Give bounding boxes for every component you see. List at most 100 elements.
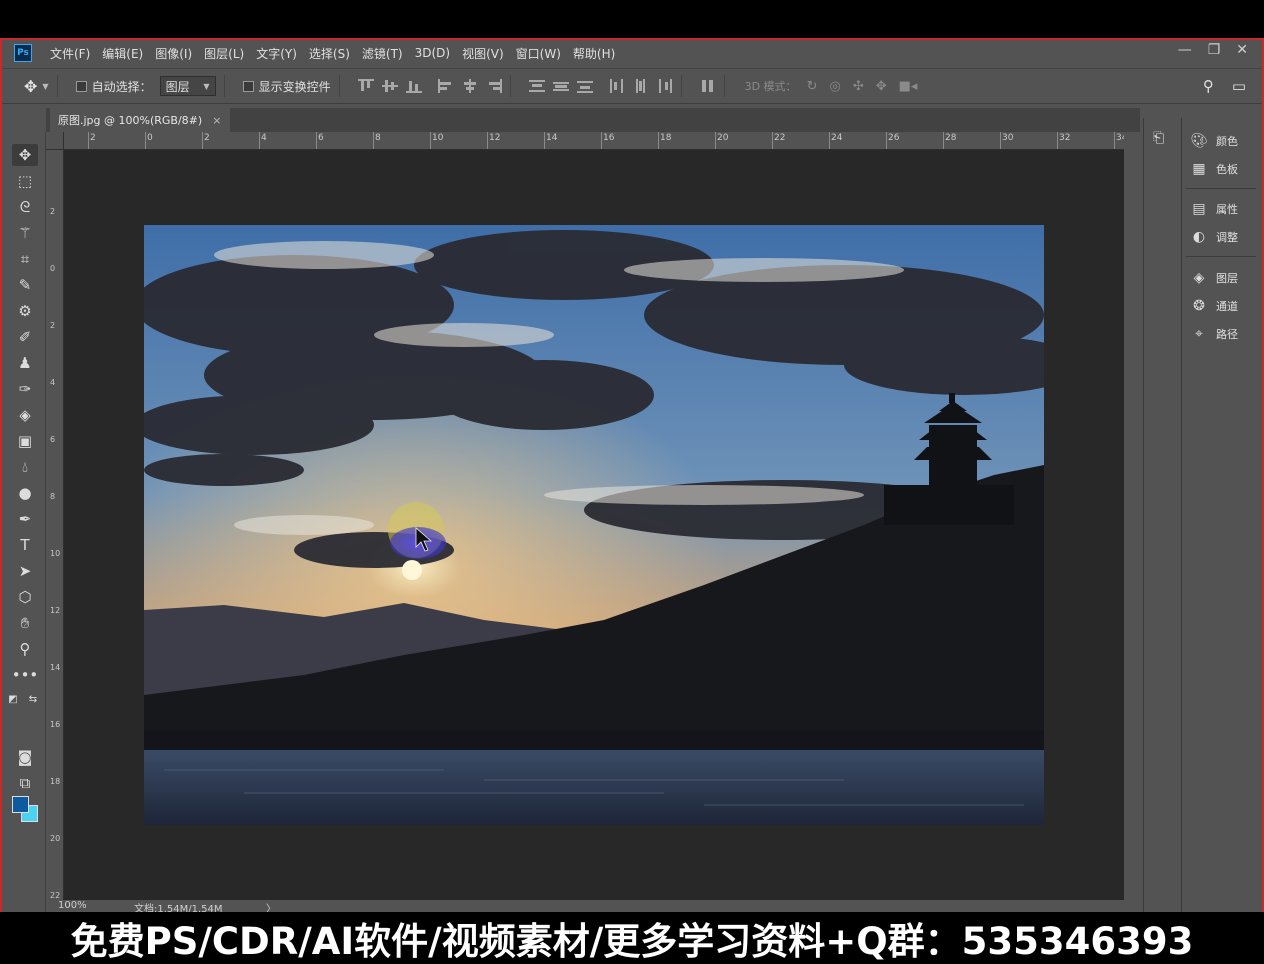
panel-properties[interactable]: ▤ 属性	[1190, 198, 1238, 220]
search-icon[interactable]: ⚲	[1203, 77, 1214, 95]
ruler-tick-label: 8	[375, 133, 381, 143]
zoom-level[interactable]: 100%	[58, 900, 87, 911]
eyedropper-icon[interactable]: ✎	[12, 274, 38, 296]
gradient-tool-icon[interactable]: ▣	[12, 430, 38, 452]
crop-tool-icon[interactable]: ⌗	[12, 248, 38, 270]
chevron-down-icon[interactable]: ▼	[42, 82, 48, 91]
hand-tool-icon[interactable]: ✋︎	[12, 612, 38, 634]
menu-3d[interactable]: 3D(D)	[415, 46, 450, 60]
menu-file[interactable]: 文件(F)	[50, 45, 90, 62]
align-hcenter-icon[interactable]	[462, 79, 478, 93]
ruler-tick	[601, 132, 602, 149]
auto-align-icon[interactable]	[700, 79, 716, 93]
options-bar: ✥ ▼ 自动选择： 图层 ▼ 显示变换控件 3D 模式： ↻ ◎ ✣ ✥ ■◂ …	[2, 68, 1262, 104]
dodge-tool-icon[interactable]: ●	[12, 482, 38, 504]
grid-icon: ▦	[1192, 161, 1206, 177]
3d-pan-icon[interactable]: ✣	[853, 79, 864, 94]
quick-mask-icon[interactable]: ◙	[12, 746, 38, 768]
menu-window[interactable]: 窗口(W)	[516, 45, 561, 62]
distribute-right-icon[interactable]	[657, 79, 673, 93]
ruler-tick-label: 14	[50, 663, 61, 672]
auto-select-dropdown[interactable]: 图层 ▼	[159, 76, 216, 96]
menu-type[interactable]: 文字(Y)	[256, 45, 297, 62]
blur-tool-icon[interactable]: 💧︎	[12, 456, 38, 478]
move-tool-icon[interactable]: ✥	[12, 144, 38, 166]
lasso-tool-icon[interactable]: ᘓ	[12, 196, 38, 218]
default-colors-icon[interactable]: ◩	[6, 688, 20, 710]
panel-adjustments[interactable]: ◐ 调整	[1190, 226, 1238, 248]
history-icon[interactable]: ⎗	[1153, 130, 1164, 146]
screen-mode-icon[interactable]: ⧉	[12, 772, 38, 794]
ruler-tick-label: 2	[50, 207, 56, 216]
move-tool-preset-icon[interactable]: ✥	[24, 77, 37, 96]
eraser-tool-icon[interactable]: ◈	[12, 404, 38, 426]
zoom-tool-icon[interactable]: ⚲	[12, 638, 38, 660]
canvas-area[interactable]	[64, 150, 1124, 900]
restore-button[interactable]: ❐	[1208, 42, 1221, 58]
swap-colors-icon[interactable]: ⇆	[26, 688, 40, 710]
3d-slide-icon[interactable]: ✥	[876, 79, 887, 94]
panel-layers[interactable]: ◈ 图层	[1190, 267, 1238, 289]
divider	[56, 75, 58, 97]
document-tab[interactable]: 原图.jpg @ 100%(RGB/8#) ×	[50, 108, 230, 132]
menu-help[interactable]: 帮助(H)	[573, 45, 615, 62]
panel-paths[interactable]: ⌖ 路径	[1190, 323, 1238, 345]
horizontal-ruler[interactable]: 20246810121416182022242628303234	[64, 132, 1124, 150]
minimize-button[interactable]: —	[1178, 42, 1192, 58]
clone-stamp-icon[interactable]: ♟	[12, 352, 38, 374]
distribute-left-icon[interactable]	[609, 79, 625, 93]
healing-brush-icon[interactable]: ⚙	[12, 300, 38, 322]
menu-layer[interactable]: 图层(L)	[204, 45, 244, 62]
shape-tool-icon[interactable]: ⬡	[12, 586, 38, 608]
panel-color[interactable]: 🎨︎ 颜色	[1190, 130, 1238, 152]
history-brush-icon[interactable]: ✑	[12, 378, 38, 400]
photoshop-window: Ps 文件(F) 编辑(E) 图像(I) 图层(L) 文字(Y) 选择(S) 滤…	[0, 38, 1264, 915]
ruler-tick	[886, 132, 887, 149]
menu-edit[interactable]: 编辑(E)	[102, 45, 143, 62]
auto-select-checkbox[interactable]	[75, 80, 87, 92]
panel-channels[interactable]: ❂ 通道	[1190, 295, 1238, 317]
distribute-top-icon[interactable]	[528, 79, 545, 93]
align-vcenter-icon[interactable]	[381, 79, 398, 93]
path-select-icon[interactable]: ➤	[12, 560, 38, 582]
close-tab-icon[interactable]: ×	[212, 114, 221, 127]
brush-tool-icon[interactable]: ✐	[12, 326, 38, 348]
align-left-icon[interactable]	[437, 79, 454, 93]
vertical-scrollbar[interactable]	[1124, 150, 1140, 900]
pen-tool-icon[interactable]: ✒	[12, 508, 38, 530]
workspace-icon[interactable]: ▭	[1232, 77, 1246, 95]
divider	[723, 75, 725, 97]
panel-label: 颜色	[1216, 135, 1238, 148]
align-top-icon[interactable]	[357, 79, 374, 93]
3d-camera-icon[interactable]: ■◂	[899, 79, 918, 94]
distribute-hcenter-icon[interactable]	[633, 79, 649, 93]
panel-swatches[interactable]: ▦ 色板	[1190, 158, 1238, 180]
divider	[1186, 188, 1256, 189]
more-tools-icon[interactable]: •••	[12, 664, 39, 686]
align-bottom-icon[interactable]	[405, 79, 422, 93]
ruler-tick	[88, 132, 89, 149]
ruler-tick	[373, 132, 374, 149]
screen-top-bar	[0, 0, 1264, 38]
ruler-tick	[1000, 132, 1001, 149]
foreground-color-swatch[interactable]	[12, 796, 29, 813]
menu-filter[interactable]: 滤镜(T)	[362, 45, 403, 62]
3d-roll-icon[interactable]: ◎	[829, 79, 840, 94]
distribute-bottom-icon[interactable]	[576, 79, 593, 93]
ruler-tick-label: 22	[774, 133, 786, 143]
close-button[interactable]: ✕	[1236, 42, 1248, 58]
ruler-tick-label: 10	[50, 549, 61, 558]
marquee-tool-icon[interactable]: ⬚	[12, 170, 38, 192]
menu-view[interactable]: 视图(V)	[462, 45, 504, 62]
type-tool-icon[interactable]: T	[12, 534, 38, 556]
magic-wand-icon[interactable]: ⚚	[12, 222, 38, 244]
align-right-icon[interactable]	[486, 79, 502, 93]
menu-select[interactable]: 选择(S)	[309, 45, 350, 62]
distribute-vcenter-icon[interactable]	[552, 79, 569, 93]
menu-image[interactable]: 图像(I)	[155, 45, 192, 62]
ruler-tick	[658, 132, 659, 149]
vertical-ruler[interactable]: 2 0 2 4 6 8 10 12 14 16 18 20 22	[46, 150, 64, 900]
adjust-icon: ◐	[1192, 229, 1206, 245]
show-transform-checkbox[interactable]	[242, 80, 254, 92]
3d-orbit-icon[interactable]: ↻	[807, 79, 818, 94]
